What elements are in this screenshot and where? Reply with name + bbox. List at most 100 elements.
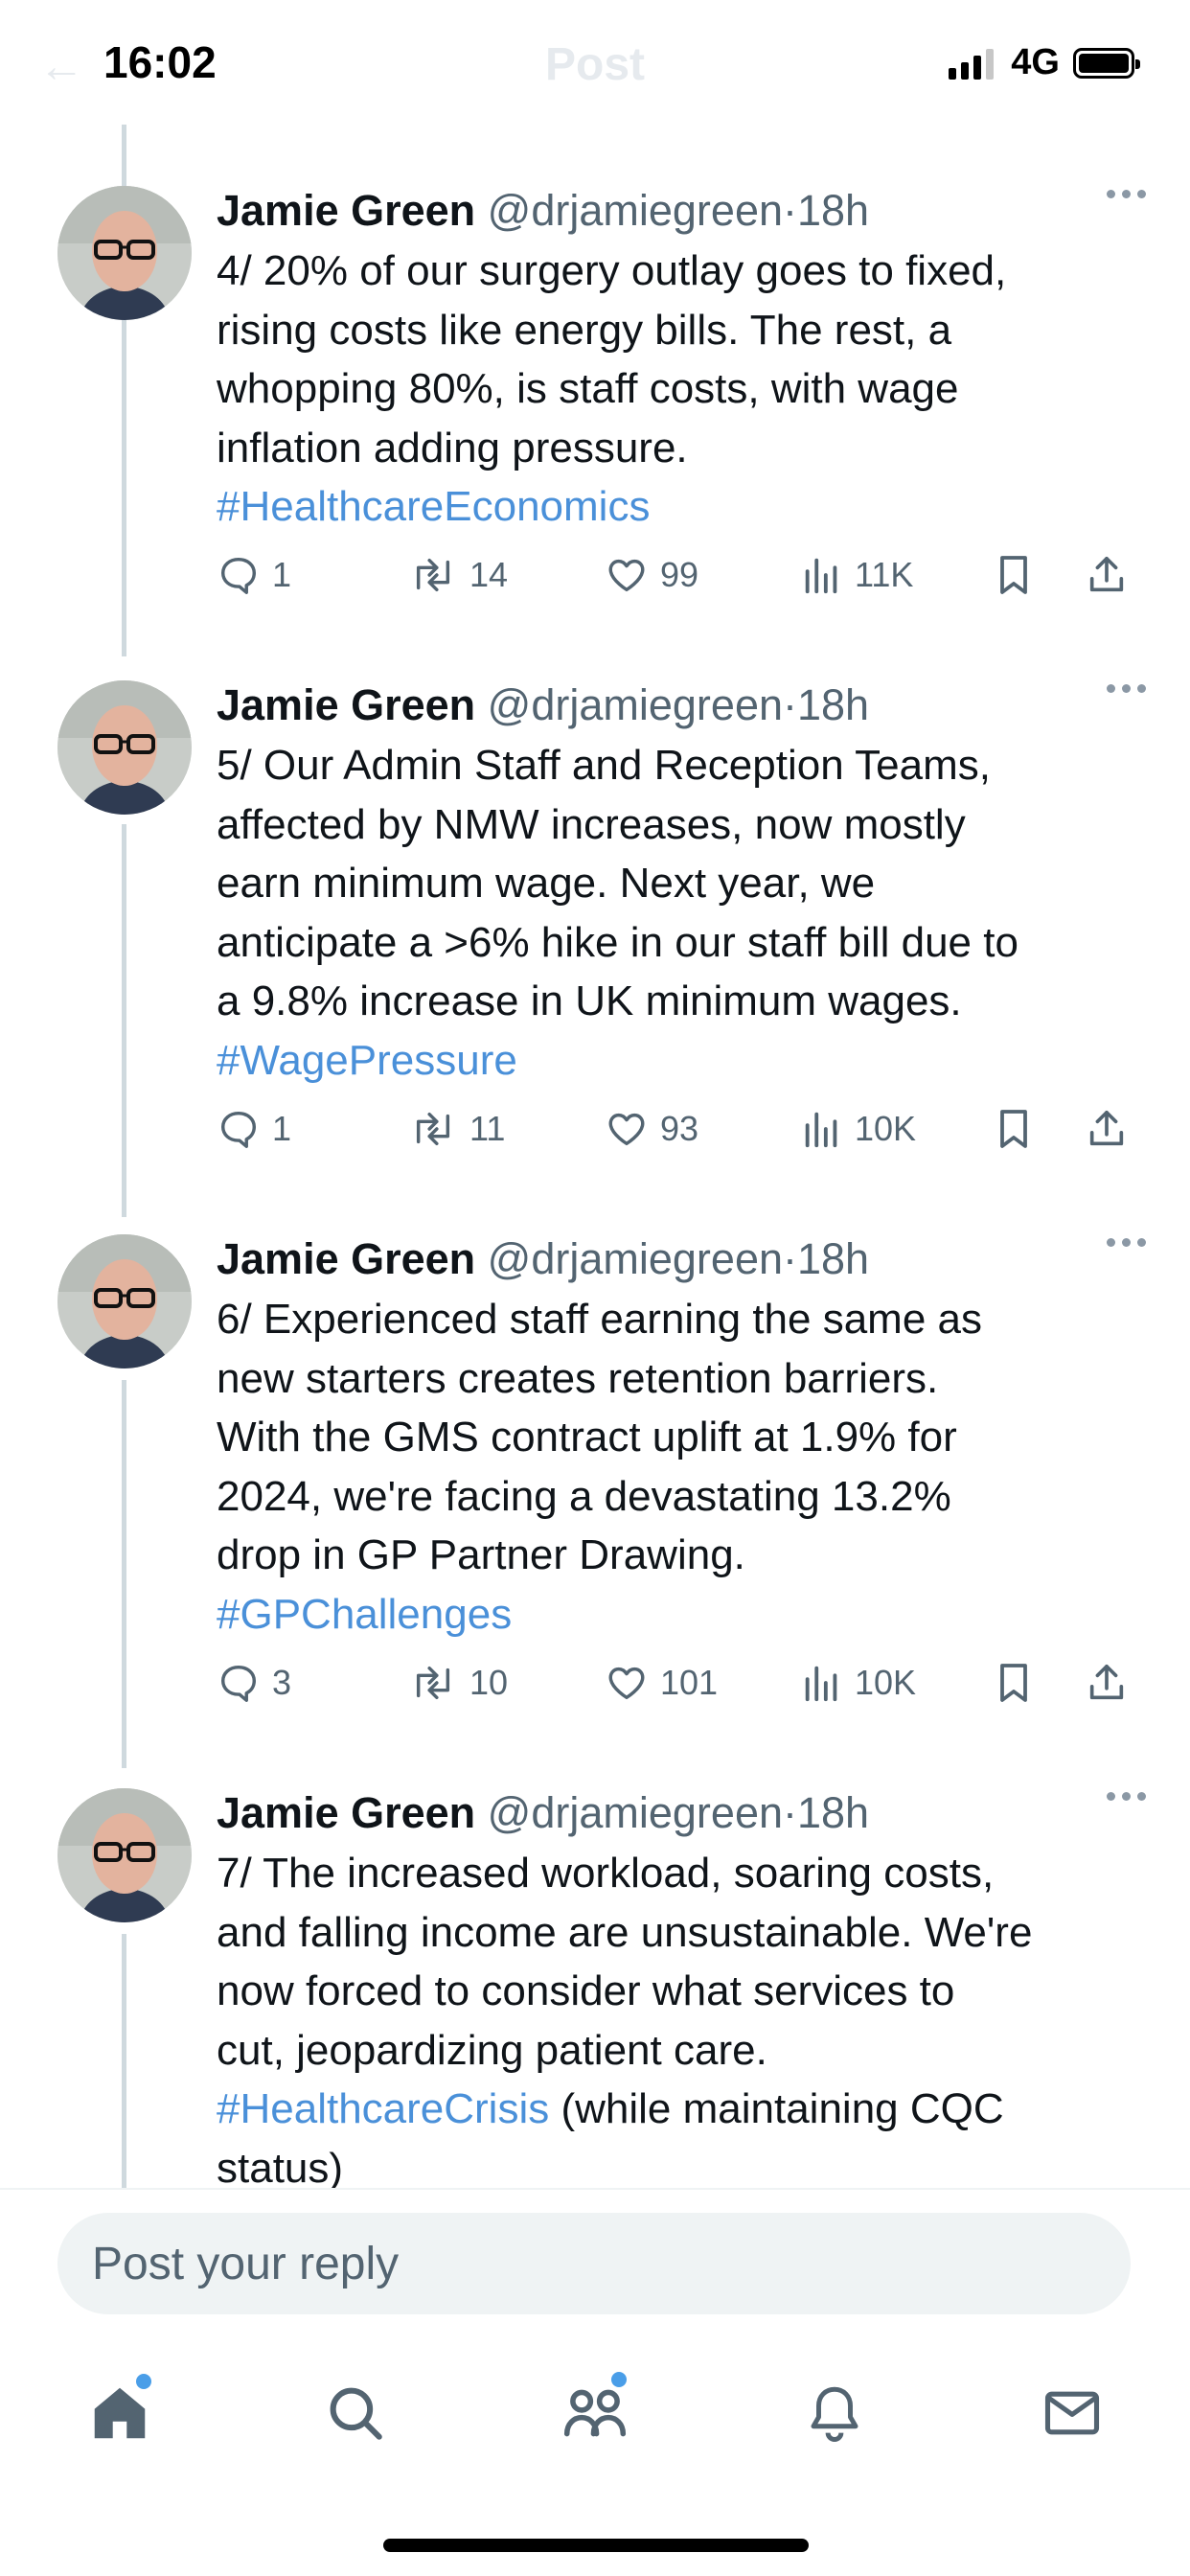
post-time[interactable]: 18h	[797, 1234, 869, 1283]
hashtag-link[interactable]: #GPChallenges	[217, 1591, 512, 1638]
separator-dot: ·	[783, 680, 797, 729]
tweet-text-line: drop in GP Partner Drawing.	[217, 1531, 745, 1579]
signal-icon	[949, 47, 995, 80]
tab-search[interactable]	[312, 2370, 399, 2456]
tweet-text-line: new starters creates retention barriers.	[217, 1354, 939, 1402]
tweet-text-line: 5/ Our Admin Staff and Reception Teams,	[217, 742, 991, 789]
more-options-icon[interactable]	[1107, 684, 1146, 693]
thread-line	[122, 824, 126, 1217]
tab-messages[interactable]	[1029, 2370, 1115, 2456]
views-count: 10K	[855, 1663, 917, 1702]
views-button[interactable]: 10K	[801, 1100, 916, 1158]
notification-dot	[136, 2374, 151, 2389]
tweet-text-line: anticipate a >6% hike in our staff bill …	[217, 918, 1018, 966]
reply-count: 1	[272, 555, 292, 594]
bookmark-icon[interactable]	[993, 1100, 1035, 1158]
tab-home[interactable]	[77, 2370, 163, 2456]
reply-button[interactable]: 1	[217, 546, 291, 604]
tweet-text-line: inflation adding pressure.	[217, 424, 688, 472]
search-icon	[330, 2387, 382, 2440]
author-name[interactable]: Jamie Green	[217, 186, 475, 235]
repost-arrows-icon	[416, 558, 450, 592]
hashtag-link[interactable]: #HealthcareEconomics	[217, 483, 650, 530]
share-icon[interactable]	[1085, 1100, 1129, 1158]
heart-icon	[608, 1667, 645, 1700]
tweet-header: Jamie Green @drjamiegreen·18h	[217, 678, 1146, 732]
status-indicators: 4G	[949, 42, 1140, 83]
home-indicator[interactable]	[383, 2539, 809, 2552]
reply-button[interactable]: 3	[217, 1654, 291, 1712]
author-name[interactable]: Jamie Green	[217, 1788, 475, 1837]
heart-icon	[608, 559, 645, 592]
speech-bubble-icon	[220, 1665, 257, 1702]
reply-count: 3	[272, 1663, 292, 1702]
tweet-text: 7/ The increased workload, soaring costs…	[217, 1844, 1136, 2188]
communities-icon	[563, 2389, 627, 2437]
like-button[interactable]: 93	[605, 1100, 698, 1158]
bar-chart-icon	[805, 558, 837, 594]
views-button[interactable]: 11K	[801, 546, 913, 604]
tweet-text-line: With the GMS contract uplift at 1.9% for	[217, 1414, 957, 1461]
more-options-icon[interactable]	[1107, 1792, 1146, 1801]
thread-line	[122, 1380, 126, 1768]
bar-chart-icon	[805, 1666, 837, 1702]
tweet-text-line: 4/ 20% of our surgery outlay goes to fix…	[217, 247, 1007, 294]
like-button[interactable]: 99	[605, 546, 698, 604]
tweet-text-line: cut, jeopardizing patient care.	[217, 2026, 767, 2074]
reply-input[interactable]: Post your reply	[57, 2213, 1131, 2314]
author-handle[interactable]: @drjamiegreen	[488, 1788, 783, 1837]
repost-button[interactable]: 14	[408, 546, 508, 604]
bell-icon	[811, 2386, 858, 2442]
tweet-text: 5/ Our Admin Staff and Reception Teams, …	[217, 736, 1136, 1091]
author-name[interactable]: Jamie Green	[217, 680, 475, 729]
tweet-actions: 1 14 99 11K	[217, 546, 1142, 604]
bar-chart-icon	[805, 1112, 837, 1148]
post-time[interactable]: 18h	[797, 680, 869, 729]
avatar[interactable]	[57, 1788, 192, 1922]
post-time[interactable]: 18h	[797, 1788, 869, 1837]
avatar[interactable]	[57, 680, 192, 815]
author-name[interactable]: Jamie Green	[217, 1234, 475, 1283]
tab-communities[interactable]	[552, 2370, 638, 2456]
repost-button[interactable]: 10	[408, 1654, 508, 1712]
like-button[interactable]: 101	[605, 1654, 718, 1712]
author-handle[interactable]: @drjamiegreen	[488, 680, 783, 729]
speech-bubble-icon	[220, 557, 257, 594]
avatar[interactable]	[57, 186, 192, 320]
avatar[interactable]	[57, 1234, 192, 1368]
tweet-text-line: and falling income are unsustainable. We…	[217, 1908, 1033, 1956]
bookmark-icon[interactable]	[993, 546, 1035, 604]
reply-button[interactable]: 1	[217, 1100, 291, 1158]
tweet-text-line: whopping 80%, is staff costs, with wage	[217, 365, 959, 413]
tweet-text-line: affected by NMW increases, now mostly	[217, 800, 966, 848]
author-handle[interactable]: @drjamiegreen	[488, 186, 783, 235]
repost-count: 11	[469, 1109, 506, 1148]
like-count: 101	[660, 1663, 719, 1702]
separator-dot: ·	[783, 186, 797, 235]
tweet-text-line: rising costs like energy bills. The rest…	[217, 306, 952, 354]
views-count: 11K	[855, 555, 914, 594]
tab-notifications[interactable]	[791, 2370, 878, 2456]
tweet-text-line: status)	[217, 2144, 344, 2188]
bookmark-icon[interactable]	[993, 1654, 1035, 1712]
tweet-text-line: 7/ The increased workload, soaring costs…	[217, 1850, 995, 1897]
notification-dot	[611, 2372, 627, 2387]
more-options-icon[interactable]	[1107, 1238, 1146, 1247]
like-count: 93	[660, 1109, 699, 1148]
share-icon[interactable]	[1085, 546, 1129, 604]
share-icon[interactable]	[1085, 1654, 1129, 1712]
tweet-text-line: a 9.8% increase in UK minimum wages.	[217, 978, 962, 1025]
tweet-text-line: 6/ Experienced staff earning the same as	[217, 1296, 983, 1343]
tweet-text-line: earn minimum wage. Next year, we	[217, 860, 876, 908]
hashtag-link[interactable]: #WagePressure	[217, 1037, 517, 1084]
repost-count: 10	[469, 1663, 509, 1702]
author-handle[interactable]: @drjamiegreen	[488, 1234, 783, 1283]
tweet-header: Jamie Green @drjamiegreen·18h	[217, 1232, 1146, 1286]
post-time[interactable]: 18h	[797, 186, 869, 235]
more-options-icon[interactable]	[1107, 190, 1146, 198]
repost-button[interactable]: 11	[408, 1100, 505, 1158]
tweet-text-line: 2024, we're facing a devastating 13.2%	[217, 1472, 951, 1520]
hashtag-link[interactable]: #HealthcareCrisis	[217, 2085, 549, 2132]
views-button[interactable]: 10K	[801, 1654, 916, 1712]
tab-bar	[0, 2332, 1190, 2576]
